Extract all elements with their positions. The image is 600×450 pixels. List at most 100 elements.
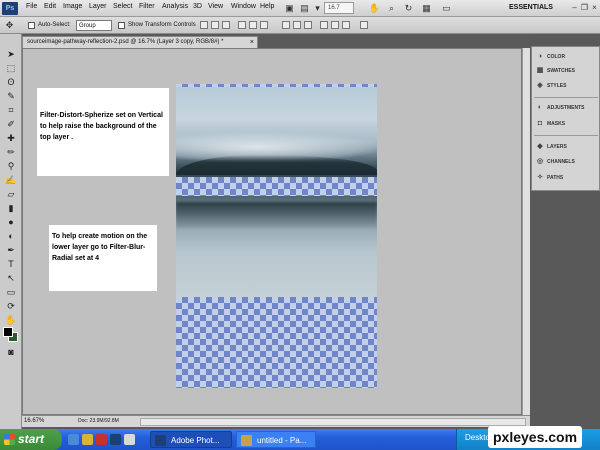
- document-tab[interactable]: sourceimage-pathway-reflection-2.psd @ 1…: [22, 36, 258, 48]
- align-hcenter-icon[interactable]: [249, 21, 257, 29]
- transparency-checkerboard: [176, 297, 377, 388]
- rotate-view-icon[interactable]: ↻: [402, 2, 415, 14]
- paths-icon: ✧: [537, 174, 543, 181]
- arrange-documents-icon[interactable]: ▦: [420, 2, 433, 14]
- close-icon[interactable]: ×: [590, 3, 599, 12]
- brush-tool-icon[interactable]: ✏: [4, 146, 18, 158]
- crop-tool-icon[interactable]: ⌗: [4, 104, 18, 116]
- lasso-tool-icon[interactable]: ʘ: [4, 76, 18, 88]
- auto-select-checkbox[interactable]: [28, 22, 35, 29]
- pen-tool-icon[interactable]: ✒: [4, 244, 18, 256]
- distribute-right-icon[interactable]: [342, 21, 350, 29]
- show-transform-checkbox[interactable]: [118, 22, 125, 29]
- move-tool-icon[interactable]: ➤: [4, 48, 18, 60]
- horizontal-scrollbar[interactable]: [140, 418, 526, 426]
- history-brush-tool-icon[interactable]: ✍: [4, 174, 18, 186]
- menu-image[interactable]: Image: [63, 3, 82, 10]
- path-select-tool-icon[interactable]: ↖: [4, 272, 18, 284]
- clone-stamp-tool-icon[interactable]: ⚲: [4, 160, 18, 172]
- start-button[interactable]: start: [0, 429, 62, 450]
- menu-edit[interactable]: Edit: [44, 3, 56, 10]
- menu-view[interactable]: View: [208, 3, 223, 10]
- mini-bridge-icon[interactable]: ▤: [298, 2, 311, 14]
- distribute-bottom-icon[interactable]: [304, 21, 312, 29]
- dodge-tool-icon[interactable]: ◐: [4, 230, 18, 242]
- zoom-tool-icon[interactable]: ⌕: [385, 2, 398, 14]
- panel-masks[interactable]: ◘ MASKS: [535, 118, 599, 130]
- taskbar-paint[interactable]: untitled - Pa...: [236, 431, 316, 448]
- panel-color[interactable]: ◑ COLOR: [535, 51, 599, 63]
- 3d-rotate-tool-icon[interactable]: ⟳: [4, 300, 18, 312]
- quick-select-tool-icon[interactable]: ✎: [4, 90, 18, 102]
- panel-label: COLOR: [547, 54, 566, 60]
- align-right-icon[interactable]: [260, 21, 268, 29]
- distribute-top-icon[interactable]: [282, 21, 290, 29]
- distribute-hcenter-icon[interactable]: [331, 21, 339, 29]
- menu-analysis[interactable]: Analysis: [162, 3, 188, 10]
- taskbar-photoshop[interactable]: Adobe Phot...: [150, 431, 232, 448]
- document-size-status[interactable]: Doc: 23.9M/92.8M: [78, 418, 119, 424]
- blur-tool-icon[interactable]: ●: [4, 216, 18, 228]
- taskbar-label: Adobe Phot...: [171, 436, 220, 445]
- gradient-tool-icon[interactable]: ▮: [4, 202, 18, 214]
- foreground-color-swatch[interactable]: [3, 327, 13, 337]
- healing-brush-tool-icon[interactable]: ✚: [4, 132, 18, 144]
- view-extras-icon[interactable]: ▾: [311, 2, 324, 14]
- panel-paths[interactable]: ✧ PATHS: [535, 172, 599, 184]
- menu-layer[interactable]: Layer: [89, 3, 107, 10]
- menu-filter[interactable]: Filter: [139, 3, 155, 10]
- document-tab-title: sourceimage-pathway-reflection-2.psd @ 1…: [27, 39, 224, 45]
- distribute-vcenter-icon[interactable]: [293, 21, 301, 29]
- hand-tool-icon[interactable]: ✋: [4, 314, 18, 326]
- move-tool-preset-icon[interactable]: ✥: [3, 19, 16, 31]
- panel-label: LAYERS: [547, 144, 567, 150]
- eyedropper-tool-icon[interactable]: ✐: [4, 118, 18, 130]
- distribute-left-icon[interactable]: [320, 21, 328, 29]
- quicklaunch-app-icon[interactable]: [124, 434, 135, 445]
- align-left-icon[interactable]: [238, 21, 246, 29]
- layers-icon: ◆: [537, 143, 543, 150]
- swatches-icon: ▦: [536, 67, 544, 74]
- zoom-level-field[interactable]: 16.7: [324, 2, 354, 14]
- shape-tool-icon[interactable]: ▭: [4, 286, 18, 298]
- zoom-status[interactable]: 16.67%: [24, 418, 44, 424]
- eraser-tool-icon[interactable]: ▱: [4, 188, 18, 200]
- bridge-icon[interactable]: ▣: [283, 2, 296, 14]
- annotation-spherize: Filter-Distort-Spherize set on Vertical …: [37, 88, 169, 176]
- masks-icon: ◘: [537, 120, 543, 127]
- vertical-scrollbar[interactable]: [522, 48, 530, 415]
- panel-layers[interactable]: ◆ LAYERS: [535, 141, 599, 153]
- workspace-switcher[interactable]: ESSENTIALS: [505, 1, 579, 15]
- panel-swatches[interactable]: ▦ SWATCHES: [535, 65, 599, 77]
- transparency-checkerboard: [176, 177, 377, 198]
- minimize-icon[interactable]: –: [570, 3, 579, 12]
- panel-channels[interactable]: ◎ CHANNELS: [535, 156, 599, 168]
- align-bottom-icon[interactable]: [222, 21, 230, 29]
- align-vcenter-icon[interactable]: [211, 21, 219, 29]
- quick-mask-icon[interactable]: ◙: [4, 346, 18, 358]
- quicklaunch-photoshop-icon[interactable]: [110, 434, 121, 445]
- screen-mode-icon[interactable]: ▭: [440, 2, 453, 14]
- auto-align-icon[interactable]: [360, 21, 368, 29]
- menu-help[interactable]: Help: [260, 3, 274, 10]
- start-label: start: [18, 432, 45, 446]
- panel-separator: [534, 97, 598, 98]
- type-tool-icon[interactable]: T: [4, 258, 18, 270]
- menu-window[interactable]: Window: [231, 3, 256, 10]
- panel-styles[interactable]: ◈ STYLES: [535, 80, 599, 92]
- align-top-icon[interactable]: [200, 21, 208, 29]
- panel-adjustments[interactable]: ◐ ADJUSTMENTS: [535, 102, 599, 114]
- menu-select[interactable]: Select: [113, 3, 132, 10]
- document-tab-close-icon[interactable]: ×: [250, 37, 254, 48]
- menu-3d[interactable]: 3D: [193, 3, 202, 10]
- auto-select-dropdown[interactable]: Group: [76, 20, 112, 31]
- canvas-area[interactable]: Filter-Distort-Spherize set on Vertical …: [22, 48, 522, 415]
- quicklaunch-folder-icon[interactable]: [82, 434, 93, 445]
- taskbar-label: untitled - Pa...: [257, 436, 307, 445]
- quicklaunch-acrobat-icon[interactable]: [96, 434, 107, 445]
- hand-tool-icon[interactable]: ✋: [368, 2, 381, 14]
- marquee-tool-icon[interactable]: ⬚: [4, 62, 18, 74]
- menu-file[interactable]: File: [26, 3, 37, 10]
- quicklaunch-ie-icon[interactable]: [68, 434, 79, 445]
- restore-icon[interactable]: ❐: [580, 3, 589, 12]
